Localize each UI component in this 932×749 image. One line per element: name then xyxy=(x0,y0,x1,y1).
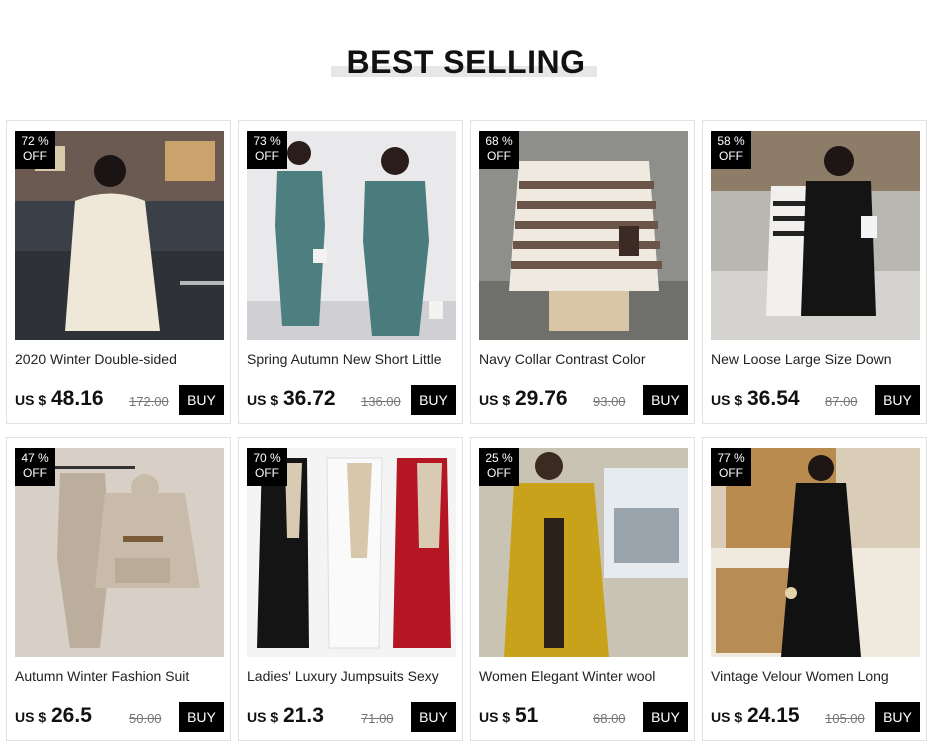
original-price: 50.00 xyxy=(129,711,162,726)
product-title[interactable]: Navy Collar Contrast Color xyxy=(479,351,688,367)
discount-badge: 77 % OFF xyxy=(711,448,751,486)
currency-label: US $ xyxy=(711,392,743,408)
product-image[interactable]: 58 % OFF xyxy=(711,131,920,340)
original-price: 87.00 xyxy=(825,394,858,409)
discount-badge: 68 % OFF xyxy=(479,131,519,169)
currency-label: US $ xyxy=(479,392,511,408)
section-heading: BEST SELLING xyxy=(0,40,932,88)
original-price: 105.00 xyxy=(825,711,865,726)
original-price: 93.00 xyxy=(593,394,626,409)
product-title[interactable]: New Loose Large Size Down xyxy=(711,351,920,367)
product-card[interactable]: 47 % OFF Autumn Winter Fashion Suit US $ … xyxy=(6,437,231,741)
product-image[interactable]: 77 % OFF xyxy=(711,448,920,657)
product-image[interactable]: 68 % OFF xyxy=(479,131,688,340)
product-image[interactable]: 72 % OFF xyxy=(15,131,224,340)
discount-badge: 73 % OFF xyxy=(247,131,287,169)
product-card[interactable]: 70 % OFF Ladies' Luxury Jumpsuits Sexy US… xyxy=(238,437,463,741)
discount-badge: 72 % OFF xyxy=(15,131,55,169)
discount-badge: 25 % OFF xyxy=(479,448,519,486)
sale-price: 51 xyxy=(515,704,539,727)
product-title[interactable]: Vintage Velour Women Long xyxy=(711,668,920,684)
buy-button[interactable]: BUY xyxy=(179,702,224,732)
product-card[interactable]: 25 % OFF Women Elegant Winter wool US $ 5… xyxy=(470,437,695,741)
sale-price: 29.76 xyxy=(515,387,568,410)
product-title[interactable]: Ladies' Luxury Jumpsuits Sexy xyxy=(247,668,456,684)
sale-price: 21.3 xyxy=(283,704,324,727)
product-title[interactable]: Spring Autumn New Short Little xyxy=(247,351,456,367)
sale-price: 36.54 xyxy=(747,387,800,410)
currency-label: US $ xyxy=(479,709,511,725)
discount-badge: 47 % OFF xyxy=(15,448,55,486)
product-card[interactable]: 58 % OFF New Loose Large Size Down US $ 3… xyxy=(702,120,927,424)
currency-label: US $ xyxy=(711,709,743,725)
original-price: 172.00 xyxy=(129,394,169,409)
original-price: 68.00 xyxy=(593,711,626,726)
sale-price: 36.72 xyxy=(283,387,336,410)
currency-label: US $ xyxy=(247,709,279,725)
product-title[interactable]: Autumn Winter Fashion Suit xyxy=(15,668,224,684)
sale-price: 48.16 xyxy=(51,387,104,410)
product-card[interactable]: 77 % OFF Vintage Velour Women Long US $ 2… xyxy=(702,437,927,741)
buy-button[interactable]: BUY xyxy=(643,702,688,732)
product-card[interactable]: 73 % OFF Spring Autumn New Short Little U… xyxy=(238,120,463,424)
discount-badge: 58 % OFF xyxy=(711,131,751,169)
buy-button[interactable]: BUY xyxy=(179,385,224,415)
sale-price: 24.15 xyxy=(747,704,800,727)
sale-price: 26.5 xyxy=(51,704,92,727)
product-title[interactable]: Women Elegant Winter wool xyxy=(479,668,688,684)
buy-button[interactable]: BUY xyxy=(643,385,688,415)
product-image[interactable]: 47 % OFF xyxy=(15,448,224,657)
original-price: 71.00 xyxy=(361,711,394,726)
original-price: 136.00 xyxy=(361,394,401,409)
section-title: BEST SELLING xyxy=(346,44,586,80)
buy-button[interactable]: BUY xyxy=(875,702,920,732)
buy-button[interactable]: BUY xyxy=(411,385,456,415)
product-card[interactable]: 68 % OFF Navy Collar Contrast Color US $ … xyxy=(470,120,695,424)
currency-label: US $ xyxy=(15,392,47,408)
currency-label: US $ xyxy=(247,392,279,408)
currency-label: US $ xyxy=(15,709,47,725)
buy-button[interactable]: BUY xyxy=(875,385,920,415)
product-title[interactable]: 2020 Winter Double-sided xyxy=(15,351,224,367)
product-image[interactable]: 73 % OFF xyxy=(247,131,456,340)
product-card[interactable]: 72 % OFF 2020 Winter Double-sided US $ 48… xyxy=(6,120,231,424)
buy-button[interactable]: BUY xyxy=(411,702,456,732)
discount-badge: 70 % OFF xyxy=(247,448,287,486)
product-image[interactable]: 25 % OFF xyxy=(479,448,688,657)
product-image[interactable]: 70 % OFF xyxy=(247,448,456,657)
